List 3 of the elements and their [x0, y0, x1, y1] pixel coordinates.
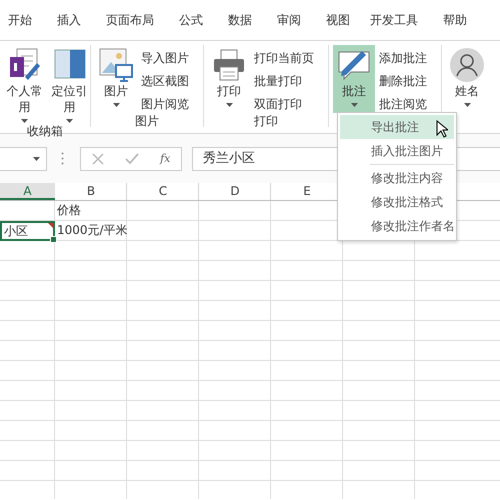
group-label: 打印 — [254, 114, 278, 128]
group-label: 图片 — [135, 114, 159, 128]
group-label: 收纳箱 — [27, 124, 63, 138]
